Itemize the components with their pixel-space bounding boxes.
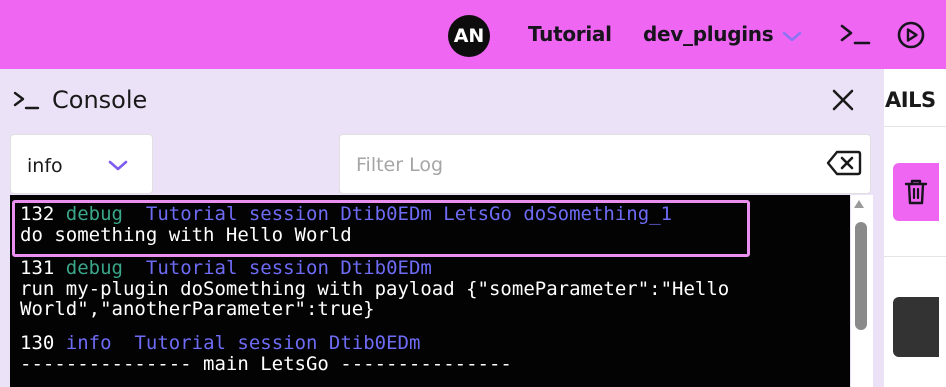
plugin-selector-label[interactable]: dev_plugins <box>643 22 774 46</box>
console-title: Console <box>52 86 148 114</box>
filter-log-input[interactable] <box>356 150 816 180</box>
chevron-down-icon[interactable] <box>780 24 804 48</box>
log-entry-context: Tutorial session Dtib0EDm <box>134 332 421 354</box>
log-entry-header[interactable]: 132 debug Tutorial session Dtib0EDm Lets… <box>20 204 672 225</box>
log-output[interactable]: 132 debug Tutorial session Dtib0EDm Lets… <box>10 195 850 387</box>
log-entry-message: --------------- main LetsGo ------------… <box>20 353 512 375</box>
dark-button[interactable] <box>893 297 939 357</box>
terminal-icon[interactable] <box>838 18 872 52</box>
play-icon[interactable] <box>896 20 926 50</box>
chevron-down-icon[interactable] <box>106 154 130 178</box>
log-entry-message: World","anotherParameter":true} <box>20 298 375 320</box>
log-entry-message: run my-plugin doSomething with payload {… <box>20 278 730 300</box>
terminal-icon <box>13 91 40 110</box>
log-entry-level: info <box>65 332 112 354</box>
log-entry-header[interactable]: 130 info Tutorial session Dtib0EDm <box>20 333 420 354</box>
log-level-value[interactable]: info <box>27 155 63 177</box>
trash-icon <box>904 179 928 205</box>
log-entry-context: Tutorial session Dtib0EDm <box>145 257 432 279</box>
log-entry-message: do something with Hello World <box>20 224 352 246</box>
log-entry-id: 130 <box>20 332 55 354</box>
scroll-up-arrow-icon[interactable] <box>853 199 865 209</box>
log-entry-header[interactable]: 131 debug Tutorial session Dtib0EDm <box>20 258 432 279</box>
log-entry-level: debug <box>65 203 123 225</box>
log-entry-level: debug <box>65 257 123 279</box>
scrollbar-thumb[interactable] <box>855 222 867 330</box>
details-panel-title: AILS <box>885 88 936 112</box>
close-icon[interactable] <box>830 87 856 113</box>
log-entry-context: Tutorial session Dtib0EDm LetsGo doSomet… <box>145 203 673 225</box>
log-entry-id: 131 <box>20 257 55 279</box>
log-entry-id: 132 <box>20 203 55 225</box>
backspace-clear-icon[interactable] <box>826 149 862 177</box>
delete-button[interactable] <box>893 163 939 221</box>
project-name[interactable]: Tutorial <box>528 22 612 46</box>
user-avatar[interactable]: AN <box>448 15 490 57</box>
